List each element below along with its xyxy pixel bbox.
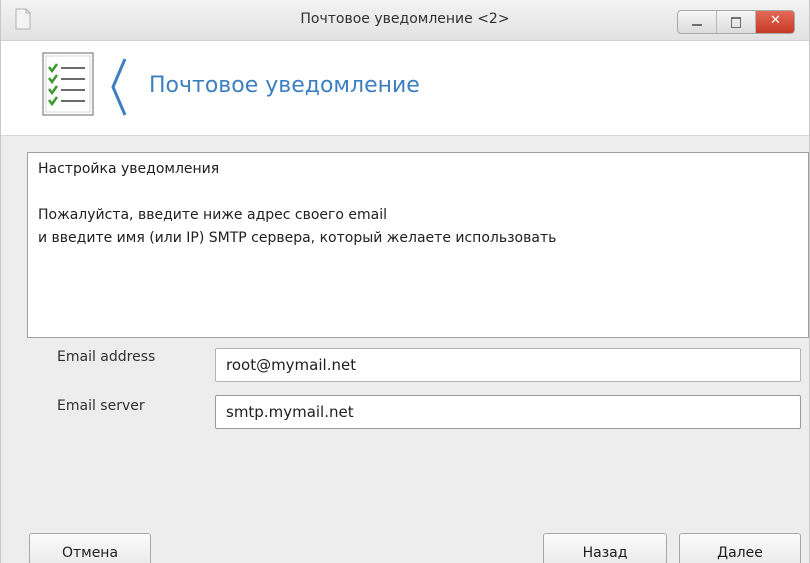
wizard-header: Почтовое уведомление	[1, 41, 809, 136]
email-address-input[interactable]	[215, 348, 801, 382]
next-button[interactable]: Далее	[679, 533, 801, 563]
back-button[interactable]: Назад	[543, 533, 667, 563]
cancel-button[interactable]: Отмена	[29, 533, 151, 563]
description-heading: Настройка уведомления	[38, 161, 220, 177]
email-address-label: Email address	[57, 349, 156, 365]
description-line-1: Пожалуйста, введите ниже адрес своего em…	[38, 207, 388, 223]
email-server-label: Email server	[57, 398, 145, 414]
page-title: Почтовое уведомление	[149, 73, 420, 98]
email-server-input[interactable]	[215, 395, 801, 429]
description-line-2: и введите имя (или IP) SMTP сервера, кот…	[38, 230, 557, 246]
close-button[interactable]	[756, 11, 794, 33]
chevron-left-icon	[111, 58, 127, 116]
description-panel: Настройка уведомления Пожалуйста, введит…	[27, 152, 809, 338]
checklist-icon	[42, 52, 94, 116]
title-bar[interactable]: Почтовое уведомление <2>	[1, 0, 809, 41]
wizard-window: Почтовое уведомление <2> ✕ Почтовое увед…	[0, 0, 810, 563]
maximize-button[interactable]	[717, 11, 756, 33]
window-controls	[677, 10, 795, 34]
minimize-button[interactable]	[678, 11, 717, 33]
